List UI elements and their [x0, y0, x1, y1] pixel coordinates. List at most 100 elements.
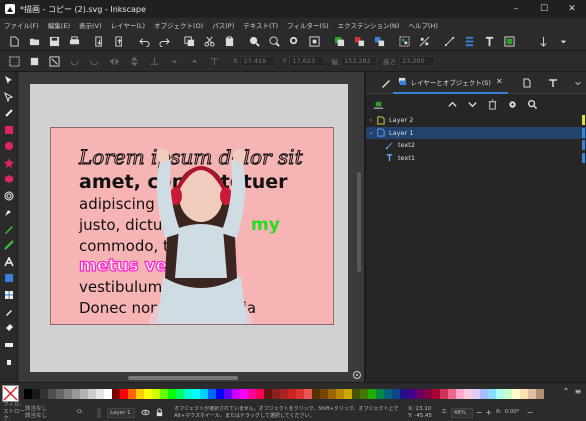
delete-icon[interactable] — [486, 98, 498, 110]
move-up-icon[interactable] — [446, 98, 458, 110]
group-icon[interactable] — [398, 35, 410, 47]
paste-icon[interactable] — [223, 35, 235, 47]
tweak-tool-icon[interactable] — [0, 105, 18, 122]
artwork-image[interactable]: Lorem ipsum dolor sit amet, consectetuer… — [50, 127, 334, 325]
palette-menu-icon[interactable]: ≡ — [572, 387, 584, 399]
color-swatch[interactable] — [144, 388, 152, 399]
color-swatch[interactable] — [152, 388, 160, 399]
color-swatch[interactable] — [56, 388, 64, 399]
swatch-strip[interactable] — [24, 388, 544, 399]
color-swatch[interactable] — [336, 388, 344, 399]
stroke-value[interactable]: 該当なし — [25, 413, 61, 420]
ellipse-tool-icon[interactable] — [0, 138, 18, 155]
color-swatch[interactable] — [320, 388, 328, 399]
color-swatch[interactable] — [360, 388, 368, 399]
lower-icon[interactable] — [168, 55, 180, 67]
calligraphy-tool-icon[interactable] — [0, 237, 18, 254]
tab-layers-objects[interactable]: レイヤーとオブジェクト(S) ✕ — [393, 72, 508, 94]
menu-filters[interactable]: フィルター(S) — [287, 20, 329, 30]
palette-scroll-up-icon[interactable]: ⌃ — [560, 387, 572, 399]
spray-tool-icon[interactable] — [0, 353, 18, 370]
color-swatch[interactable] — [328, 388, 336, 399]
color-swatch[interactable] — [256, 388, 264, 399]
x-field[interactable]: X 27.419 — [233, 55, 277, 67]
color-swatch[interactable] — [408, 388, 416, 399]
minimize-button[interactable]: – — [502, 0, 530, 18]
color-swatch[interactable] — [192, 388, 200, 399]
tab-fill-stroke[interactable] — [378, 72, 393, 94]
fill-value[interactable]: 該当なし — [25, 406, 61, 413]
canvas[interactable]: Lorem ipsum dolor sit amet, consectetuer… — [18, 72, 364, 382]
color-swatch[interactable] — [264, 388, 272, 399]
selector-tool-icon[interactable] — [0, 72, 18, 89]
star-tool-icon[interactable] — [0, 155, 18, 172]
gradient-tool-icon[interactable] — [0, 270, 18, 287]
color-swatch[interactable] — [488, 388, 496, 399]
color-swatch[interactable] — [376, 388, 384, 399]
menu-extensions[interactable]: エクステンション(N) — [338, 20, 400, 30]
raise-icon[interactable] — [188, 55, 200, 67]
box3d-tool-icon[interactable] — [0, 171, 18, 188]
menu-path[interactable]: パス(P) — [212, 20, 234, 30]
search-icon[interactable] — [526, 98, 538, 110]
zoom-selection-icon[interactable] — [248, 35, 260, 47]
undo-icon[interactable] — [138, 35, 150, 47]
horizontal-scrollbar[interactable] — [128, 376, 238, 380]
color-swatch[interactable] — [520, 388, 528, 399]
select-all-icon[interactable] — [8, 55, 20, 67]
color-swatch[interactable] — [184, 388, 192, 399]
object-row[interactable]: text2 — [366, 139, 586, 152]
color-swatch[interactable] — [296, 388, 304, 399]
color-swatch[interactable] — [176, 388, 184, 399]
export-icon[interactable] — [113, 35, 125, 47]
collapse-arrow-icon[interactable]: ⌄ — [366, 129, 376, 136]
pen-tool-icon[interactable] — [0, 204, 18, 221]
color-swatch[interactable] — [312, 388, 320, 399]
color-swatch[interactable] — [232, 388, 240, 399]
expand-arrow-icon[interactable]: › — [366, 117, 376, 124]
color-swatch[interactable] — [80, 388, 88, 399]
color-swatch[interactable] — [224, 388, 232, 399]
color-swatch[interactable] — [400, 388, 408, 399]
color-swatch[interactable] — [536, 388, 544, 399]
color-swatch[interactable] — [24, 388, 32, 399]
flip-vertical-icon[interactable] — [128, 55, 140, 67]
width-field[interactable]: 幅 153.282 — [331, 55, 377, 67]
color-swatch[interactable] — [272, 388, 280, 399]
dropper-tool-icon[interactable] — [0, 303, 18, 320]
color-swatch[interactable] — [48, 388, 56, 399]
zoom-fit-icon[interactable] — [308, 35, 320, 47]
save-icon[interactable] — [48, 35, 60, 47]
color-swatch[interactable] — [344, 388, 352, 399]
maximize-button[interactable]: ☐ — [530, 0, 558, 18]
color-swatch[interactable] — [504, 388, 512, 399]
color-swatch[interactable] — [472, 388, 480, 399]
height-field[interactable]: 高さ 23.290 — [383, 55, 435, 67]
color-swatch[interactable] — [424, 388, 432, 399]
node-editor-icon[interactable] — [443, 35, 455, 47]
clone-icon[interactable] — [353, 35, 365, 47]
copy-icon[interactable] — [183, 35, 195, 47]
cut-icon[interactable] — [203, 35, 215, 47]
mesh-tool-icon[interactable] — [0, 287, 18, 304]
eraser-tool-icon[interactable] — [0, 336, 18, 353]
layer-row[interactable]: › Layer 2 — [366, 114, 586, 127]
move-down-icon[interactable] — [466, 98, 478, 110]
raise-bottom-icon[interactable] — [148, 55, 160, 67]
layer-row-selected[interactable]: ⌄ Layer 1 — [366, 126, 586, 139]
color-swatch[interactable] — [208, 388, 216, 399]
color-swatch[interactable] — [240, 388, 248, 399]
zoom-drawing-icon[interactable] — [268, 35, 280, 47]
color-swatch[interactable] — [416, 388, 424, 399]
color-swatch[interactable] — [120, 388, 128, 399]
color-swatch[interactable] — [368, 388, 376, 399]
fill-stroke-icon[interactable] — [537, 35, 549, 47]
duplicate-icon[interactable] — [333, 35, 345, 47]
color-swatch[interactable] — [464, 388, 472, 399]
zoom-page-icon[interactable] — [288, 35, 300, 47]
text-tool-icon[interactable] — [0, 254, 18, 271]
color-swatch[interactable] — [288, 388, 296, 399]
add-layer-icon[interactable] — [372, 98, 384, 110]
color-swatch[interactable] — [384, 388, 392, 399]
more-icon[interactable] — [557, 35, 569, 47]
